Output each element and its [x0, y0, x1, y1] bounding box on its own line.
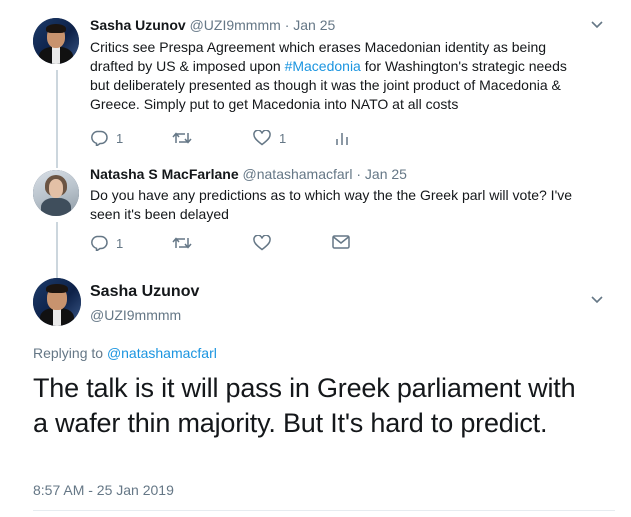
hashtag-link[interactable]: #Macedonia: [285, 58, 361, 74]
tweet-time[interactable]: Jan 25: [293, 17, 335, 33]
tweet-time[interactable]: Jan 25: [365, 166, 407, 182]
tweet-timestamp[interactable]: 8:57 AM - 25 Jan 2019: [33, 482, 174, 498]
envelope-icon: [332, 235, 350, 249]
separator-dot: ·: [284, 17, 290, 33]
separator-dot: ·: [356, 166, 362, 182]
like-count: 1: [279, 130, 287, 146]
avatar[interactable]: [33, 278, 81, 326]
retweet-icon: [172, 237, 192, 249]
replying-to: Replying to @natashamacfarl: [33, 345, 217, 361]
author-handle[interactable]: @natashamacfarl: [243, 166, 353, 182]
tweet-text: Critics see Prespa Agreement which erase…: [90, 39, 567, 112]
heart-icon: [253, 130, 271, 146]
author-handle[interactable]: @UZI9mmmm: [190, 17, 281, 33]
main-tweet: Sasha Uzunov @UZI9mmmm Replying to @nata…: [0, 265, 631, 517]
author-handle[interactable]: @UZI9mmmm: [90, 307, 199, 323]
thread-tweet[interactable]: Sasha Uzunov @UZI9mmmm · Jan 25 Critics …: [0, 0, 631, 160]
reply-count: 1: [116, 130, 124, 146]
reply-count: 1: [116, 235, 124, 251]
direct-message-button[interactable]: [332, 235, 350, 249]
chevron-down-icon[interactable]: [591, 20, 603, 30]
retweet-button[interactable]: [172, 235, 200, 251]
reply-icon: [91, 130, 108, 146]
analytics-icon: [336, 133, 348, 145]
analytics-button[interactable]: [335, 130, 349, 146]
avatar[interactable]: [33, 170, 79, 216]
author-name[interactable]: Natasha S MacFarlane: [90, 166, 239, 182]
chevron-down-icon[interactable]: [591, 295, 603, 305]
replying-to-link[interactable]: @natashamacfarl: [107, 345, 217, 361]
heart-icon: [253, 235, 271, 251]
author-name[interactable]: Sasha Uzunov: [90, 283, 199, 301]
tweet-text: Do you have any predictions as to which …: [90, 187, 573, 222]
like-button[interactable]: [253, 235, 279, 251]
avatar[interactable]: [33, 18, 79, 64]
retweet-button[interactable]: [172, 130, 200, 146]
reply-button[interactable]: 1: [90, 130, 123, 146]
reply-icon: [91, 235, 108, 251]
tweet-text: The talk is it will pass in Greek parlia…: [33, 373, 576, 438]
retweet-icon: [172, 132, 192, 144]
author-name[interactable]: Sasha Uzunov: [90, 17, 186, 33]
thread-tweet[interactable]: Natasha S MacFarlane @natashamacfarl · J…: [0, 160, 631, 265]
divider: [33, 510, 615, 511]
like-button[interactable]: 1: [253, 130, 286, 146]
reply-button[interactable]: 1: [90, 235, 123, 251]
